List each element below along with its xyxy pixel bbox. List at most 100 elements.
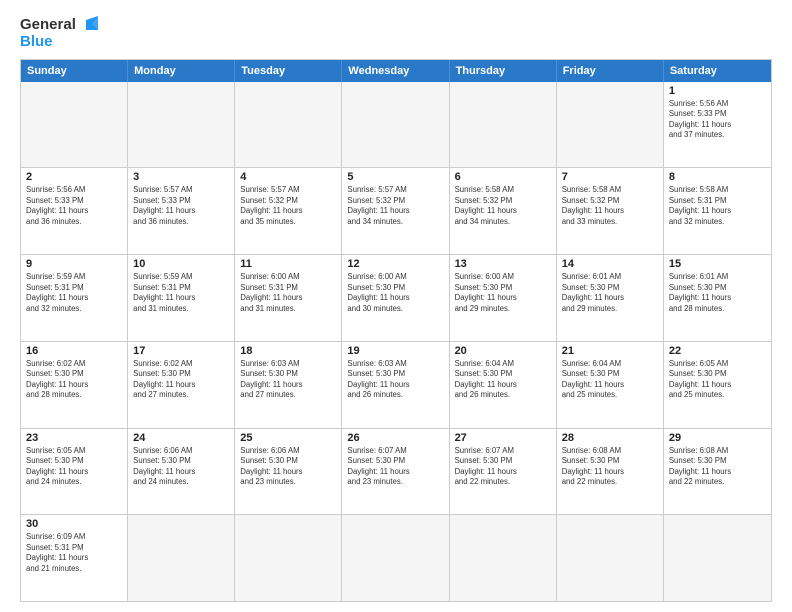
day-info: Sunrise: 6:07 AM Sunset: 5:30 PM Dayligh… [455, 446, 551, 488]
day-number: 10 [133, 258, 229, 270]
day-info: Sunrise: 6:04 AM Sunset: 5:30 PM Dayligh… [455, 359, 551, 401]
cal-row: 23 Sunrise: 6:05 AM Sunset: 5:30 PM Dayli… [21, 428, 771, 515]
cal-cell: 11Sunrise: 6:00 AM Sunset: 5:31 PM Dayli… [235, 255, 342, 341]
cal-cell: 29Sunrise: 6:08 AM Sunset: 5:30 PM Dayli… [664, 429, 771, 515]
day-info: Sunrise: 6:08 AM Sunset: 5:30 PM Dayligh… [562, 446, 658, 488]
header-wednesday: Wednesday [342, 60, 449, 82]
cal-cell [235, 515, 342, 601]
header-saturday: Saturday [664, 60, 771, 82]
day-number: 23 [26, 432, 122, 444]
day-info: Sunrise: 5:57 AM Sunset: 5:32 PM Dayligh… [347, 185, 443, 227]
cal-cell: 8Sunrise: 5:58 AM Sunset: 5:31 PM Daylig… [664, 168, 771, 254]
day-info: Sunrise: 6:04 AM Sunset: 5:30 PM Dayligh… [562, 359, 658, 401]
day-info: Sunrise: 6:03 AM Sunset: 5:30 PM Dayligh… [347, 359, 443, 401]
day-number: 24 [133, 432, 229, 444]
cal-cell [557, 82, 664, 168]
day-info: Sunrise: 6:06 AM Sunset: 5:30 PM Dayligh… [133, 446, 229, 488]
cal-row: 2 Sunrise: 5:56 AM Sunset: 5:33 PM Daylig… [21, 167, 771, 254]
day-info: Sunrise: 6:00 AM Sunset: 5:30 PM Dayligh… [455, 272, 551, 314]
logo-blue-text: Blue [20, 34, 53, 51]
cal-cell: 28 Sunrise: 6:08 AM Sunset: 5:30 PM Dayli… [557, 429, 664, 515]
cal-cell: 20Sunrise: 6:04 AM Sunset: 5:30 PM Dayli… [450, 342, 557, 428]
cal-row: 16 Sunrise: 6:02 AM Sunset: 5:30 PM Dayli… [21, 341, 771, 428]
cal-row: 1 Sunrise: 5:56 AM Sunset: 5:33 PM Daylig… [21, 82, 771, 168]
cal-cell: 19 Sunrise: 6:03 AM Sunset: 5:30 PM Dayli… [342, 342, 449, 428]
day-info: Sunrise: 6:02 AM Sunset: 5:30 PM Dayligh… [133, 359, 229, 401]
day-number: 21 [562, 345, 658, 357]
day-info: Sunrise: 6:03 AM Sunset: 5:30 PM Dayligh… [240, 359, 336, 401]
day-number: 1 [669, 85, 766, 97]
calendar: Sunday Monday Tuesday Wednesday Thursday… [20, 59, 772, 603]
cal-cell: 24 Sunrise: 6:06 AM Sunset: 5:30 PM Dayli… [128, 429, 235, 515]
day-info: Sunrise: 6:00 AM Sunset: 5:31 PM Dayligh… [240, 272, 336, 314]
day-number: 2 [26, 171, 122, 183]
day-info: Sunrise: 6:05 AM Sunset: 5:30 PM Dayligh… [26, 446, 122, 488]
day-info: Sunrise: 6:06 AM Sunset: 5:30 PM Dayligh… [240, 446, 336, 488]
day-number: 28 [562, 432, 658, 444]
day-info: Sunrise: 5:57 AM Sunset: 5:32 PM Dayligh… [240, 185, 336, 227]
cal-cell: 2 Sunrise: 5:56 AM Sunset: 5:33 PM Daylig… [21, 168, 128, 254]
day-info: Sunrise: 6:02 AM Sunset: 5:30 PM Dayligh… [26, 359, 122, 401]
day-number: 29 [669, 432, 766, 444]
cal-row: 30 Sunrise: 6:09 AM Sunset: 5:31 PM Dayli… [21, 514, 771, 601]
day-info: Sunrise: 6:01 AM Sunset: 5:30 PM Dayligh… [669, 272, 766, 314]
day-info: Sunrise: 5:58 AM Sunset: 5:32 PM Dayligh… [455, 185, 551, 227]
day-number: 19 [347, 345, 443, 357]
day-number: 16 [26, 345, 122, 357]
day-number: 25 [240, 432, 336, 444]
day-info: Sunrise: 5:56 AM Sunset: 5:33 PM Dayligh… [26, 185, 122, 227]
cal-cell: 22Sunrise: 6:05 AM Sunset: 5:30 PM Dayli… [664, 342, 771, 428]
cal-cell: 12 Sunrise: 6:00 AM Sunset: 5:30 PM Dayli… [342, 255, 449, 341]
calendar-header: Sunday Monday Tuesday Wednesday Thursday… [21, 60, 771, 82]
day-info: Sunrise: 5:56 AM Sunset: 5:33 PM Dayligh… [669, 99, 766, 141]
day-number: 6 [455, 171, 551, 183]
day-number: 27 [455, 432, 551, 444]
cal-cell: 15 Sunrise: 6:01 AM Sunset: 5:30 PM Dayli… [664, 255, 771, 341]
cal-cell [235, 82, 342, 168]
cal-cell: 10Sunrise: 5:59 AM Sunset: 5:31 PM Dayli… [128, 255, 235, 341]
day-info: Sunrise: 5:58 AM Sunset: 5:32 PM Dayligh… [562, 185, 658, 227]
cal-cell [450, 515, 557, 601]
day-number: 5 [347, 171, 443, 183]
page: General Blue Sunday Monday Tuesday Wedne… [0, 0, 792, 612]
cal-cell: 21 Sunrise: 6:04 AM Sunset: 5:30 PM Dayli… [557, 342, 664, 428]
day-number: 13 [455, 258, 551, 270]
cal-cell [128, 515, 235, 601]
logo-general-text: General [20, 17, 76, 34]
header-sunday: Sunday [21, 60, 128, 82]
day-number: 15 [669, 258, 766, 270]
cal-cell [128, 82, 235, 168]
cal-cell: 9Sunrise: 5:59 AM Sunset: 5:31 PM Daylig… [21, 255, 128, 341]
day-number: 9 [26, 258, 122, 270]
day-number: 3 [133, 171, 229, 183]
cal-cell [450, 82, 557, 168]
cal-cell: 25 Sunrise: 6:06 AM Sunset: 5:30 PM Dayli… [235, 429, 342, 515]
day-number: 12 [347, 258, 443, 270]
header-friday: Friday [557, 60, 664, 82]
header-thursday: Thursday [450, 60, 557, 82]
header-monday: Monday [128, 60, 235, 82]
cal-cell: 6 Sunrise: 5:58 AM Sunset: 5:32 PM Daylig… [450, 168, 557, 254]
logo-bird-icon [78, 16, 100, 34]
day-number: 8 [669, 171, 766, 183]
header: General Blue [20, 16, 772, 51]
cal-cell [21, 82, 128, 168]
cal-cell: 3Sunrise: 5:57 AM Sunset: 5:33 PM Daylig… [128, 168, 235, 254]
cal-cell: 5 Sunrise: 5:57 AM Sunset: 5:32 PM Daylig… [342, 168, 449, 254]
day-number: 14 [562, 258, 658, 270]
cal-cell: 17Sunrise: 6:02 AM Sunset: 5:30 PM Dayli… [128, 342, 235, 428]
cal-cell: 30 Sunrise: 6:09 AM Sunset: 5:31 PM Dayli… [21, 515, 128, 601]
cal-cell: 14Sunrise: 6:01 AM Sunset: 5:30 PM Dayli… [557, 255, 664, 341]
cal-cell [664, 515, 771, 601]
cal-cell: 16 Sunrise: 6:02 AM Sunset: 5:30 PM Dayli… [21, 342, 128, 428]
day-number: 18 [240, 345, 336, 357]
day-number: 22 [669, 345, 766, 357]
cal-cell: 27 Sunrise: 6:07 AM Sunset: 5:30 PM Dayli… [450, 429, 557, 515]
day-number: 4 [240, 171, 336, 183]
day-info: Sunrise: 6:00 AM Sunset: 5:30 PM Dayligh… [347, 272, 443, 314]
day-number: 30 [26, 518, 122, 530]
cal-cell: 26Sunrise: 6:07 AM Sunset: 5:30 PM Dayli… [342, 429, 449, 515]
cal-row: 9Sunrise: 5:59 AM Sunset: 5:31 PM Daylig… [21, 254, 771, 341]
header-tuesday: Tuesday [235, 60, 342, 82]
day-info: Sunrise: 6:09 AM Sunset: 5:31 PM Dayligh… [26, 532, 122, 574]
